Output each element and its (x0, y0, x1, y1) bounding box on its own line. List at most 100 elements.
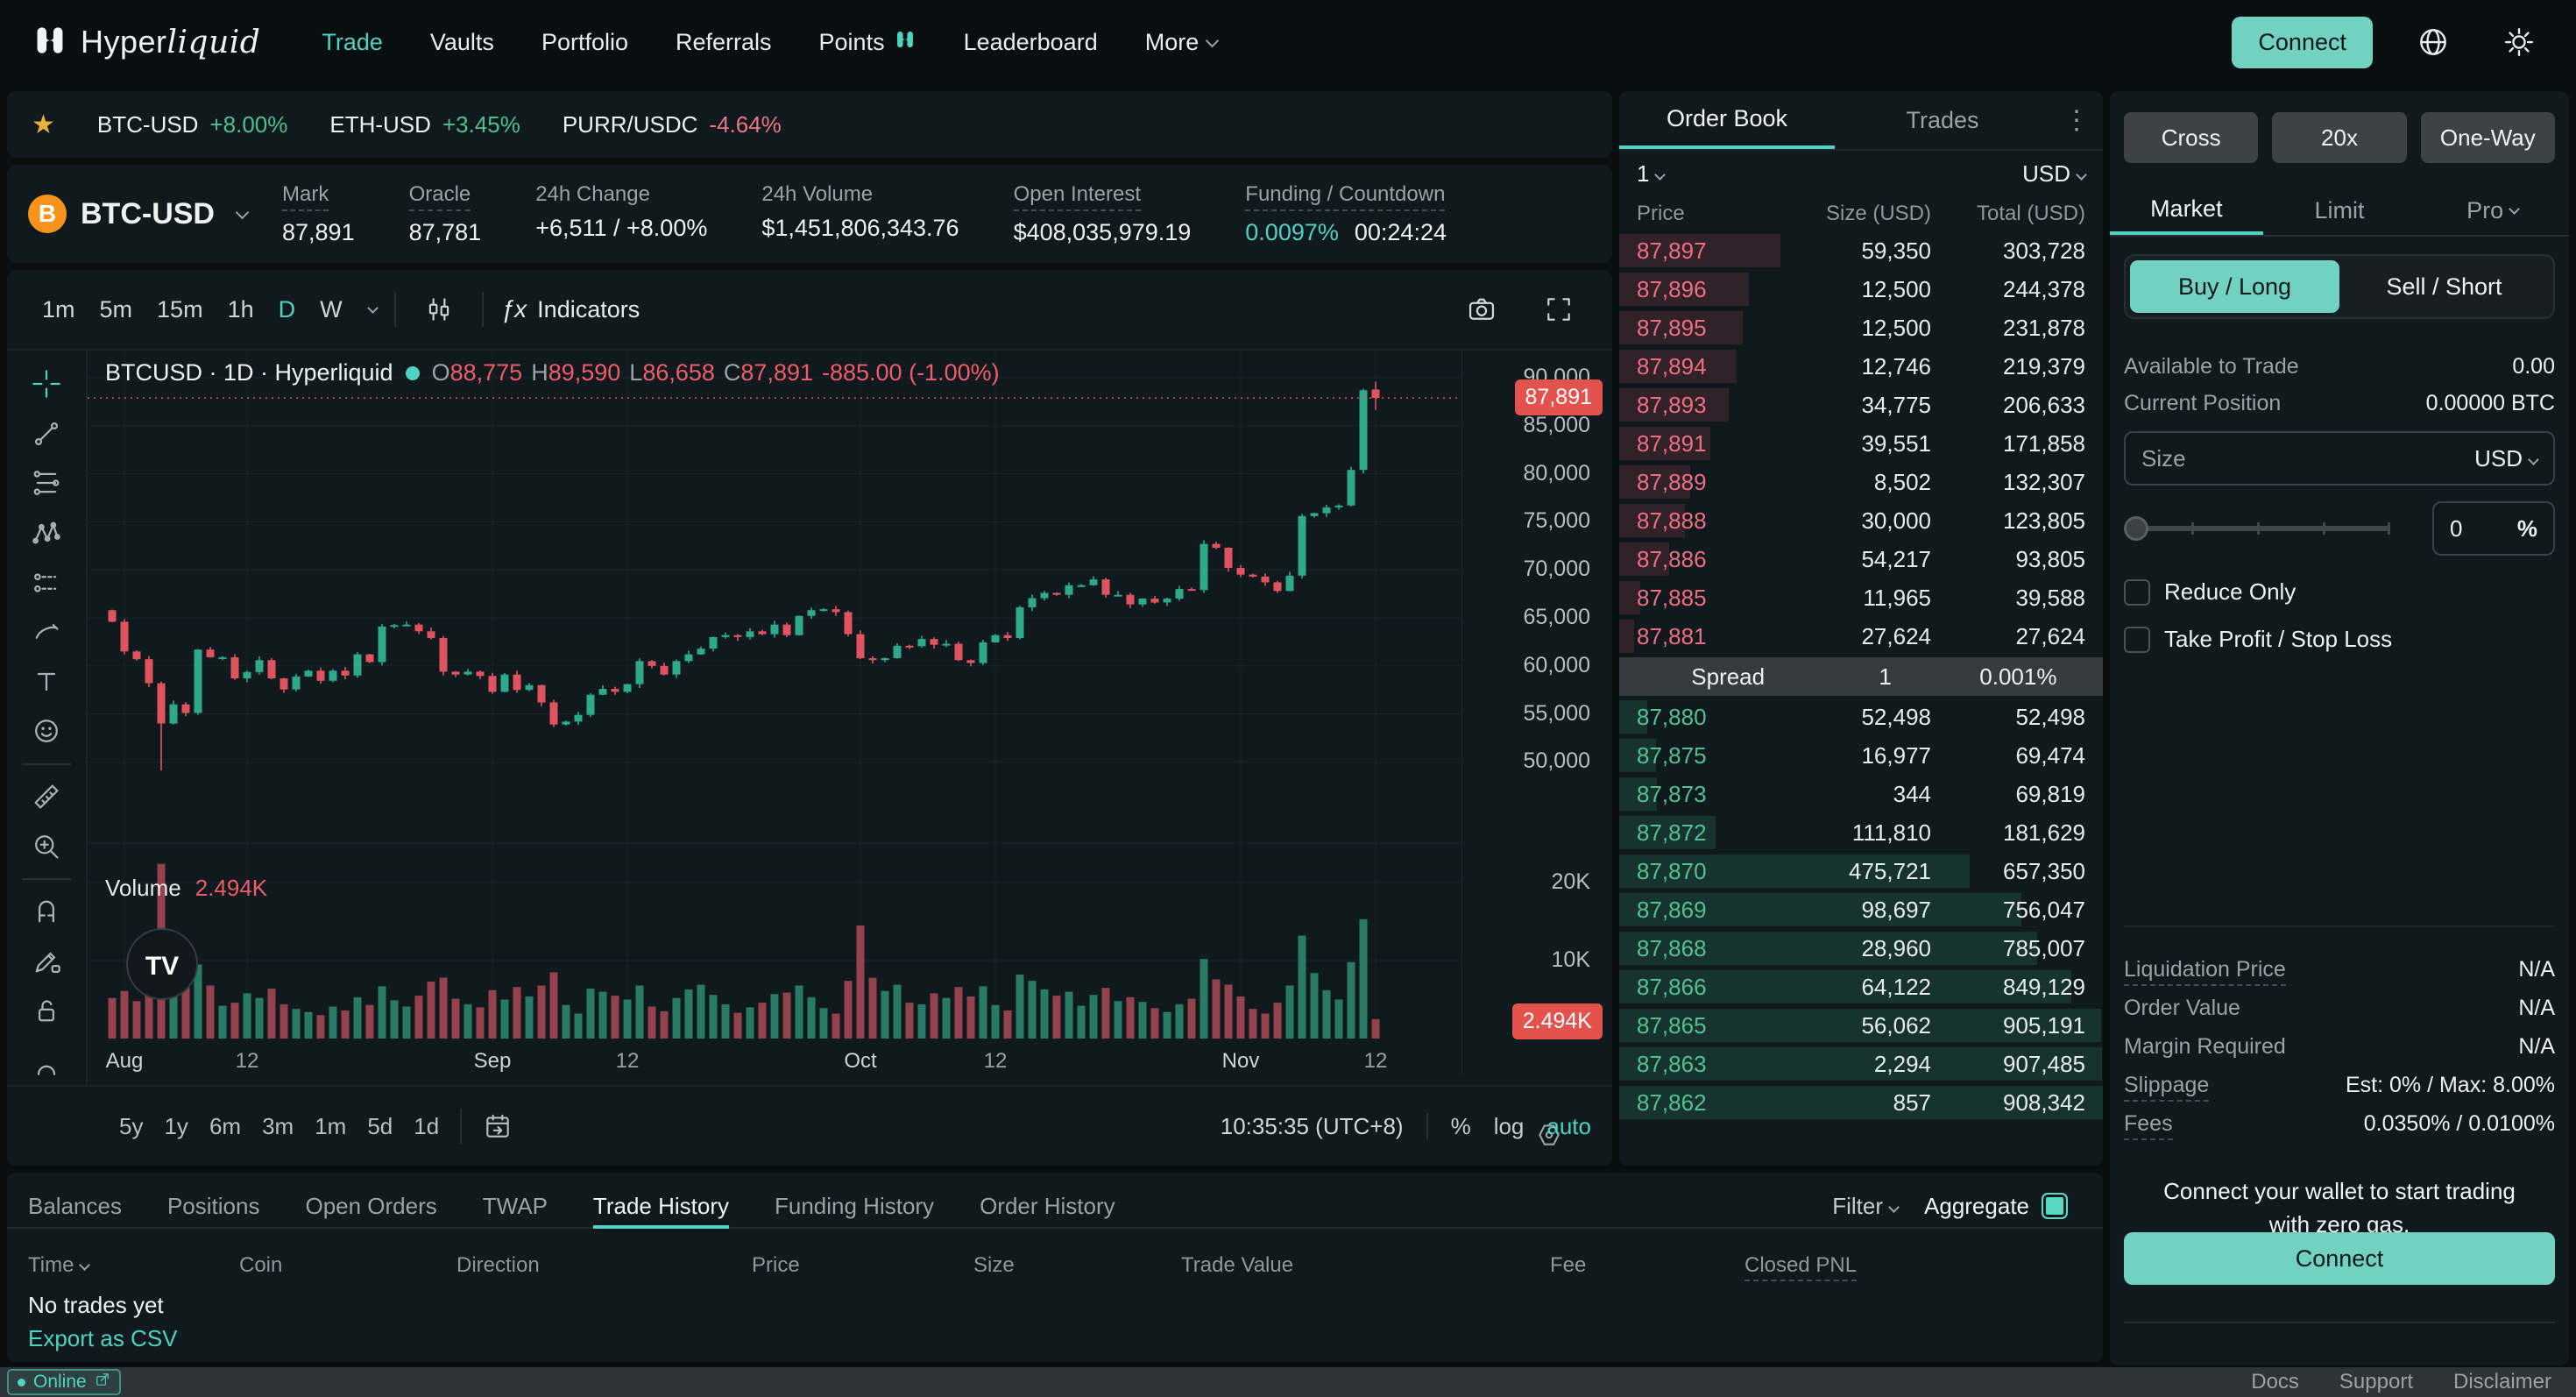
trendline-icon[interactable] (21, 410, 72, 458)
side-sell-short[interactable]: Sell / Short (2339, 260, 2549, 313)
candlestick-style-icon[interactable] (414, 284, 464, 335)
xabcd-pattern-icon[interactable] (21, 509, 72, 557)
order-book-row[interactable]: 87,880 52,498 52,498 (1619, 698, 2103, 736)
zoom-in-icon[interactable] (21, 822, 72, 870)
filter-dropdown[interactable]: Filter (1832, 1193, 1900, 1220)
mode-button-one-way[interactable]: One-Way (2420, 112, 2555, 163)
price-chart[interactable]: TV Aug 12 Sep 12 Oct 12 Nov 12 (88, 351, 1461, 1076)
order-book-row[interactable]: 87,893 34,775 206,633 (1619, 386, 2103, 424)
brush-icon[interactable] (21, 608, 72, 656)
mode-button-cross[interactable]: Cross (2124, 112, 2259, 163)
checkbox-box[interactable] (2124, 578, 2150, 606)
order-tab-limit[interactable]: Limit (2263, 186, 2417, 235)
tab-order-book[interactable]: Order Book (1619, 91, 1835, 149)
order-book-menu-icon[interactable]: ⋮ (2050, 105, 2103, 136)
fib-retracement-icon[interactable] (21, 459, 72, 507)
timeframe-chevron-icon[interactable] (366, 302, 379, 314)
unit-selector[interactable]: USD (2022, 160, 2087, 188)
column-header-time[interactable]: Time (28, 1253, 91, 1278)
order-tab-market[interactable]: Market (2110, 186, 2263, 235)
tab-funding-history[interactable]: Funding History (775, 1185, 934, 1227)
checkbox-box[interactable] (2124, 626, 2150, 653)
nav-item-vaults[interactable]: Vaults (430, 28, 494, 57)
magnet-icon[interactable] (21, 888, 72, 936)
nav-item-trade[interactable]: Trade (322, 28, 383, 57)
order-book-row[interactable]: 87,896 12,500 244,378 (1619, 270, 2103, 308)
ticker-item[interactable]: PURR/USDC -4.64% (563, 111, 782, 138)
drawing-pencil-icon[interactable] (21, 937, 72, 985)
nav-item-referrals[interactable]: Referrals (676, 28, 772, 57)
order-book-row[interactable]: 87,889 8,502 132,307 (1619, 463, 2103, 501)
size-unit-selector[interactable]: USD (2474, 445, 2539, 472)
size-input[interactable]: Size USD (2124, 431, 2555, 486)
range-1y[interactable]: 1y (153, 1108, 198, 1145)
mode-button-20x[interactable]: 20x (2272, 112, 2407, 163)
online-status-badge[interactable]: Online (7, 1369, 121, 1395)
order-book-row[interactable]: 87,886 54,217 93,805 (1619, 540, 2103, 578)
tab-open-orders[interactable]: Open Orders (305, 1185, 436, 1227)
order-book-row[interactable]: 87,866 64,122 849,129 (1619, 968, 2103, 1006)
tab-order-history[interactable]: Order History (980, 1185, 1115, 1227)
ticker-item[interactable]: ETH-USD +3.45% (329, 111, 520, 138)
order-book-row[interactable]: 87,891 39,551 171,858 (1619, 424, 2103, 463)
nav-item-more[interactable]: More (1145, 28, 1220, 57)
connect-wallet-button[interactable]: Connect (2124, 1232, 2555, 1285)
footer-link-support[interactable]: Support (2339, 1370, 2413, 1394)
range-5y[interactable]: 5y (109, 1108, 153, 1145)
order-book-row[interactable]: 87,895 12,500 231,878 (1619, 308, 2103, 347)
order-book-row[interactable]: 87,873 344 69,819 (1619, 775, 2103, 813)
fullscreen-icon[interactable] (1533, 284, 1584, 335)
go-to-date-calendar-icon[interactable] (472, 1101, 523, 1152)
order-tab-pro[interactable]: Pro (2416, 186, 2569, 235)
checkbox-take-profit-stop-loss[interactable]: Take Profit / Stop Loss (2124, 626, 2392, 653)
range-5d[interactable]: 5d (357, 1108, 403, 1145)
scale-%[interactable]: % (1451, 1113, 1471, 1140)
brand[interactable]: Hyperliquid (32, 22, 260, 63)
settings-gear-icon[interactable] (2494, 17, 2544, 67)
timeframe-15m[interactable]: 15m (145, 289, 216, 330)
unlock-icon[interactable] (21, 987, 72, 1035)
range-1d[interactable]: 1d (403, 1108, 449, 1145)
tab-positions[interactable]: Positions (167, 1185, 260, 1227)
range-3m[interactable]: 3m (251, 1108, 304, 1145)
order-book-row[interactable]: 87,872 111,810 181,629 (1619, 813, 2103, 852)
crosshair-icon[interactable] (21, 360, 72, 408)
connect-button[interactable]: Connect (2232, 16, 2373, 68)
emoji-icon[interactable] (21, 707, 72, 755)
slider-thumb[interactable] (2124, 516, 2148, 541)
nav-item-points[interactable]: Points (819, 28, 916, 57)
scale-auto[interactable]: auto (1546, 1113, 1591, 1140)
nav-item-portfolio[interactable]: Portfolio (541, 28, 628, 57)
footer-link-disclaimer[interactable]: Disclaimer (2453, 1370, 2551, 1394)
ticker-item[interactable]: BTC-USD +8.00% (97, 111, 287, 138)
timeframe-1h[interactable]: 1h (216, 289, 266, 330)
forecast-icon[interactable] (21, 558, 72, 606)
order-book-row[interactable]: 87,885 11,965 39,588 (1619, 578, 2103, 617)
text-icon[interactable] (21, 658, 72, 706)
scale-log[interactable]: log (1494, 1113, 1525, 1140)
checkbox-reduce-only[interactable]: Reduce Only (2124, 578, 2296, 606)
order-book-row[interactable]: 87,865 56,062 905,191 (1619, 1006, 2103, 1045)
timeframe-5m[interactable]: 5m (88, 289, 145, 330)
order-book-row[interactable]: 87,888 30,000 123,805 (1619, 501, 2103, 540)
indicators-button[interactable]: ƒx Indicators (501, 295, 640, 323)
order-book-row[interactable]: 87,881 27,624 27,624 (1619, 617, 2103, 656)
tick-size-selector[interactable]: 1 (1637, 160, 1667, 188)
size-slider[interactable] (2124, 516, 2390, 541)
hide-drawings-icon[interactable] (21, 1036, 72, 1084)
range-6m[interactable]: 6m (199, 1108, 251, 1145)
order-book-row[interactable]: 87,868 28,960 785,007 (1619, 929, 2103, 968)
nav-item-leaderboard[interactable]: Leaderboard (964, 28, 1098, 57)
favorites-star-icon[interactable]: ★ (32, 110, 55, 140)
timeframe-1m[interactable]: 1m (30, 289, 88, 330)
tab-twap[interactable]: TWAP (483, 1185, 548, 1227)
order-book-row[interactable]: 87,875 16,977 69,474 (1619, 736, 2103, 775)
footer-link-docs[interactable]: Docs (2251, 1370, 2299, 1394)
pair-selector[interactable]: B BTC-USD (28, 195, 282, 233)
side-buy-long[interactable]: Buy / Long (2130, 260, 2339, 313)
order-book-row[interactable]: 87,862 857 908,342 (1619, 1083, 2103, 1122)
clock[interactable]: 10:35:35 (UTC+8) (1221, 1113, 1404, 1140)
tab-trade-history[interactable]: Trade History (592, 1185, 730, 1229)
globe-icon[interactable] (2408, 17, 2459, 67)
aggregate-checkbox[interactable] (2042, 1193, 2068, 1219)
